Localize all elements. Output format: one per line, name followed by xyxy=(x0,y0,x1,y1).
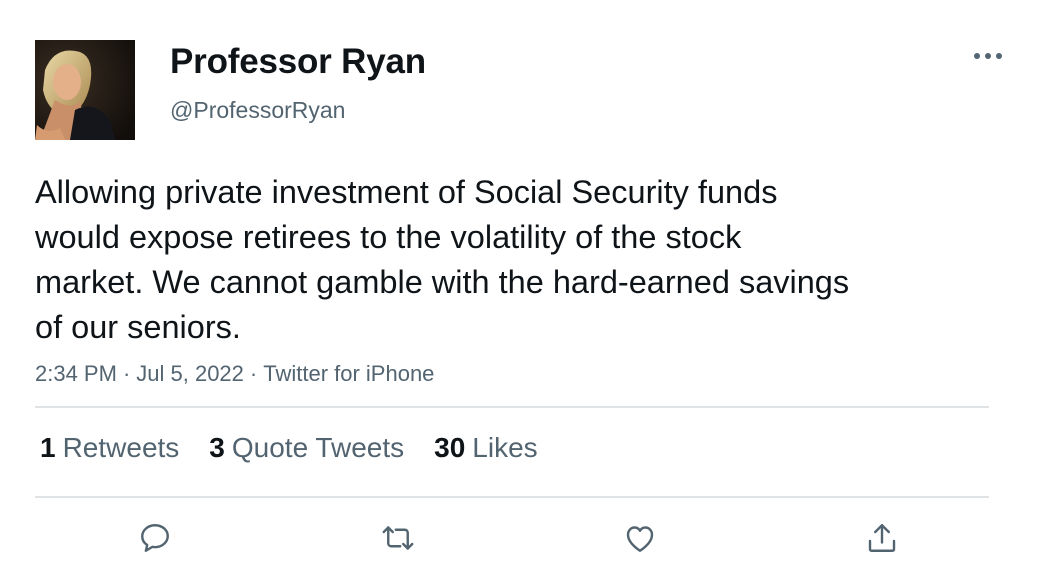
share-icon xyxy=(868,524,896,552)
quote-tweets-stat[interactable]: 3 Quote Tweets xyxy=(209,432,404,464)
separator: · xyxy=(249,361,258,386)
profile-photo-icon xyxy=(35,40,135,140)
separator: · xyxy=(122,361,131,386)
avatar[interactable] xyxy=(35,40,135,140)
retweets-stat[interactable]: 1 Retweets xyxy=(40,432,179,464)
tweet-text-line: of our seniors. xyxy=(35,309,241,345)
tweet-source[interactable]: Twitter for iPhone xyxy=(263,361,434,386)
divider xyxy=(35,406,989,408)
retweets-label: Retweets xyxy=(62,432,180,463)
engagement-stats: 1 Retweets 3 Quote Tweets 30 Likes xyxy=(40,432,538,464)
likes-stat[interactable]: 30 Likes xyxy=(434,432,538,464)
tweet-detail: Professor Ryan @ProfessorRyan Allowing p… xyxy=(0,0,1050,570)
tweet-text-line: market. We cannot gamble with the hard-e… xyxy=(35,264,850,300)
tweet-text-line: Allowing private investment of Social Se… xyxy=(35,174,778,210)
quote-tweets-count: 3 xyxy=(209,432,225,463)
heart-icon xyxy=(626,526,654,552)
likes-count: 30 xyxy=(434,432,466,463)
ellipsis-icon xyxy=(974,53,1002,59)
divider xyxy=(35,496,989,498)
author-display-name[interactable]: Professor Ryan xyxy=(170,42,426,82)
tweet-text-line: would expose retirees to the volatility … xyxy=(35,219,742,255)
tweet-date[interactable]: Jul 5, 2022 xyxy=(136,361,244,386)
retweet-icon xyxy=(382,526,414,550)
reply-button[interactable] xyxy=(135,518,175,558)
like-button[interactable] xyxy=(620,518,660,558)
reply-icon xyxy=(141,524,169,552)
tweet-metadata: 2:34 PM · Jul 5, 2022 · Twitter for iPhone xyxy=(35,361,434,387)
retweets-count: 1 xyxy=(40,432,56,463)
author-handle[interactable]: @ProfessorRyan xyxy=(170,97,345,124)
share-button[interactable] xyxy=(862,518,902,558)
retweet-button[interactable] xyxy=(378,518,418,558)
quote-tweets-label: Quote Tweets xyxy=(231,432,405,463)
tweet-time[interactable]: 2:34 PM xyxy=(35,361,117,386)
more-options-button[interactable] xyxy=(970,40,1006,72)
tweet-text: Allowing private investment of Social Se… xyxy=(35,170,965,350)
likes-label: Likes xyxy=(472,432,538,463)
